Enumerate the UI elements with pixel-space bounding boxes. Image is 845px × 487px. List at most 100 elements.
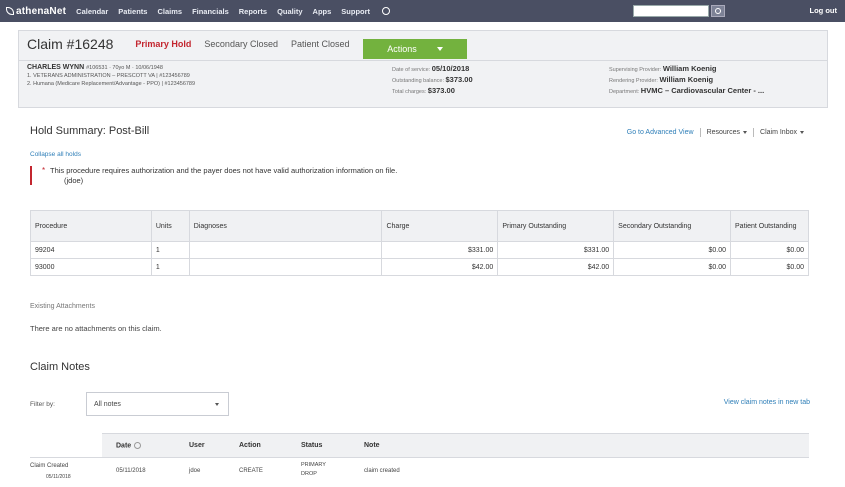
notes-col-date[interactable]: Date bbox=[116, 442, 142, 449]
claim-inbox-label: Claim Inbox bbox=[760, 129, 797, 136]
collapse-all-holds-link[interactable]: Collapse all holds bbox=[30, 151, 81, 158]
rendering-label: Rendering Provider: bbox=[609, 78, 658, 84]
table-row: 99204 1 $331.00 $331.00 $0.00 $0.00 bbox=[30, 241, 809, 259]
resources-label: Resources bbox=[706, 129, 741, 136]
notes-col-action: Action bbox=[239, 442, 261, 449]
nav-apps[interactable]: Apps bbox=[313, 7, 332, 16]
nav-calendar[interactable]: Calendar bbox=[76, 7, 108, 16]
leaf-icon bbox=[6, 7, 14, 15]
patient-info: CHARLES WYNN #106531 · 70yo M · 10/06/19… bbox=[27, 64, 195, 88]
dos-label: Date of service: bbox=[392, 67, 431, 73]
advanced-view-link[interactable]: Go to Advanced View bbox=[627, 129, 694, 136]
status-secondary-closed: Secondary Closed bbox=[204, 39, 278, 49]
secondary-outstanding: $0.00 bbox=[613, 258, 732, 276]
primary-outstanding: $331.00 bbox=[497, 241, 615, 259]
patient-name[interactable]: CHARLES WYNN bbox=[27, 64, 84, 71]
table-header-row: Procedure Units Diagnoses Charge Primary… bbox=[30, 210, 809, 242]
resources-dropdown[interactable]: Resources bbox=[706, 129, 748, 136]
athenanet-logo[interactable]: athenaNet bbox=[6, 6, 66, 17]
patient-outstanding: $0.00 bbox=[730, 258, 809, 276]
chevron-down-icon bbox=[800, 130, 804, 134]
nav-claims[interactable]: Claims bbox=[157, 7, 182, 16]
total-charges-label: Total charges: bbox=[392, 89, 427, 95]
alert-user: (jdoe) bbox=[64, 176, 84, 185]
logout-link[interactable]: Log out bbox=[810, 6, 838, 15]
primary-outstanding: $42.00 bbox=[497, 258, 615, 276]
notes-col-user: User bbox=[189, 442, 205, 449]
nav-financials[interactable]: Financials bbox=[192, 7, 229, 16]
divider bbox=[699, 128, 701, 137]
supervising-label: Supervising Provider: bbox=[609, 67, 662, 73]
note-status-line1: PRIMARY bbox=[301, 462, 326, 468]
circle-icon[interactable] bbox=[382, 7, 391, 15]
note-text: claim created bbox=[364, 468, 400, 474]
charge: $331.00 bbox=[381, 241, 499, 259]
nav-reports[interactable]: Reports bbox=[239, 7, 267, 16]
status-patient-closed: Patient Closed bbox=[290, 39, 350, 49]
patient-outstanding: $0.00 bbox=[730, 241, 809, 259]
patient-details: #106531 · 70yo M · 10/06/1948 bbox=[86, 65, 163, 71]
insurance-secondary: 2. Humana (Medicare Replacement/Advantag… bbox=[27, 81, 196, 87]
search-icon bbox=[715, 8, 721, 14]
col-secondary-outstanding: Secondary Outstanding bbox=[613, 210, 732, 242]
divider bbox=[753, 128, 755, 137]
hold-links: Go to Advanced View Resources Claim Inbo… bbox=[627, 128, 804, 137]
notes-col-status: Status bbox=[301, 442, 323, 449]
nav-patients[interactable]: Patients bbox=[118, 7, 147, 16]
note-user: jdoe bbox=[189, 468, 201, 474]
supervising-provider: William Koenig bbox=[662, 64, 717, 73]
nav-support[interactable]: Support bbox=[341, 7, 370, 16]
actions-label: Actions bbox=[387, 44, 417, 54]
note-row-label-date: 05/11/2018 bbox=[46, 474, 71, 480]
charge: $42.00 bbox=[381, 258, 499, 276]
search-button[interactable] bbox=[711, 5, 725, 17]
insurance-primary: 1. VETERANS ADMINISTRATION – PRESCOTT VA… bbox=[27, 73, 190, 79]
nav-quality[interactable]: Quality bbox=[277, 7, 302, 16]
table-row: 93000 1 $42.00 $42.00 $0.00 $0.00 bbox=[30, 258, 809, 276]
units: 1 bbox=[150, 241, 190, 259]
rendering-provider: William Koenig bbox=[659, 75, 714, 84]
note-row-label: Claim Created bbox=[30, 463, 69, 469]
claim-inbox-dropdown[interactable]: Claim Inbox bbox=[760, 129, 804, 136]
service-info: Date of service: 05/10/2018 Outstanding … bbox=[392, 64, 473, 97]
total-charges: $373.00 bbox=[427, 86, 455, 95]
view-notes-new-tab-link[interactable]: View claim notes in new tab bbox=[724, 399, 810, 406]
col-patient-outstanding: Patient Outstanding bbox=[730, 210, 809, 242]
claim-title: Claim #16248 bbox=[27, 36, 114, 52]
notes-filter-select[interactable]: All notes bbox=[86, 392, 229, 416]
logo-text: athenaNet bbox=[16, 5, 67, 17]
attachments-text: There are no attachments on this claim. bbox=[30, 324, 162, 333]
outstanding-label: Outstanding balance: bbox=[392, 78, 444, 84]
notes-table-header: Date User Action Status Note bbox=[102, 433, 809, 457]
department: HVMC – Cardiovascular Center - ... bbox=[640, 86, 765, 95]
col-primary-outstanding: Primary Outstanding bbox=[497, 210, 615, 242]
note-action: CREATE bbox=[239, 468, 263, 474]
col-charge: Charge bbox=[381, 210, 499, 242]
header-divider bbox=[19, 60, 827, 61]
actions-button[interactable]: Actions bbox=[363, 39, 467, 59]
row-divider bbox=[30, 457, 809, 458]
top-navigation-bar: athenaNet Calendar Patients Claims Finan… bbox=[0, 0, 845, 22]
filter-label: Filter by: bbox=[30, 401, 55, 408]
alert-asterisk-icon: * bbox=[42, 166, 46, 175]
claim-notes-title: Claim Notes bbox=[30, 361, 90, 373]
provider-info: Supervising Provider: William Koenig Ren… bbox=[609, 64, 764, 97]
app-window: athenaNet Calendar Patients Claims Finan… bbox=[0, 0, 845, 487]
col-units: Units bbox=[150, 210, 190, 242]
col-diagnoses: Diagnoses bbox=[188, 210, 383, 242]
patient-search-input[interactable] bbox=[633, 5, 709, 17]
chevron-down-icon bbox=[436, 47, 443, 51]
note-date: 05/11/2018 bbox=[116, 468, 146, 474]
sort-icon[interactable] bbox=[134, 442, 142, 449]
date-of-service: 05/10/2018 bbox=[431, 64, 470, 73]
col-procedure: Procedure bbox=[30, 210, 152, 242]
procedure-table: Procedure Units Diagnoses Charge Primary… bbox=[30, 210, 809, 276]
procedure-code: 99204 bbox=[30, 241, 152, 259]
department-label: Department: bbox=[609, 89, 640, 95]
notes-col-note: Note bbox=[364, 442, 380, 449]
secondary-outstanding: $0.00 bbox=[613, 241, 732, 259]
chevron-down-icon bbox=[743, 130, 748, 134]
outstanding-balance: $373.00 bbox=[445, 75, 473, 84]
hold-alert: * This procedure requires authorization … bbox=[30, 166, 550, 185]
status-primary-hold: Primary Hold bbox=[135, 39, 192, 49]
